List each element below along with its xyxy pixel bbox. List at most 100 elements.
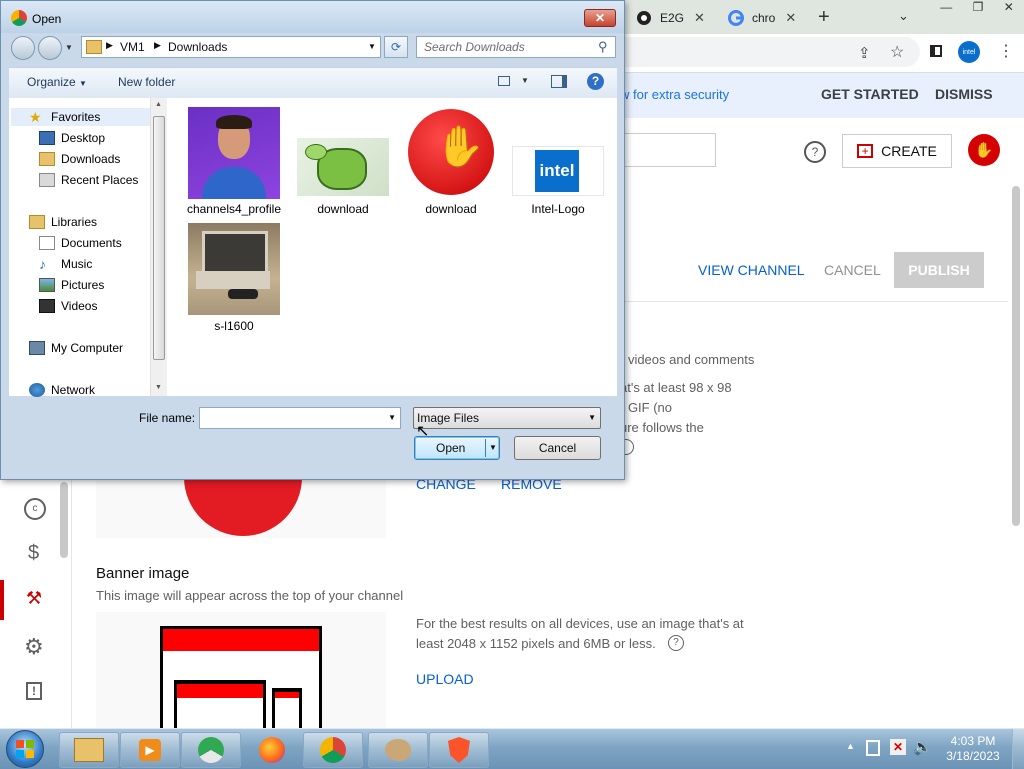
close-tab-icon[interactable]: ✕ bbox=[785, 10, 796, 26]
breadcrumb-downloads[interactable]: Downloads bbox=[168, 40, 227, 54]
recent-locations-chevron-icon[interactable]: ▼ bbox=[65, 43, 73, 52]
organize-menu[interactable]: Organize ▼ bbox=[27, 75, 87, 89]
view-dropdown-icon[interactable]: ▼ bbox=[521, 76, 529, 85]
file-type-dropdown-icon[interactable]: ▼ bbox=[588, 413, 596, 422]
channel-avatar[interactable]: ✋ bbox=[968, 134, 1000, 166]
taskbar-paint-button[interactable] bbox=[368, 732, 428, 768]
settings-gear-icon[interactable]: ⚙ bbox=[24, 634, 44, 660]
file-type-select[interactable]: Image Files ▼ bbox=[413, 407, 601, 429]
taskbar-firefox-button[interactable] bbox=[242, 732, 302, 768]
browser-tab-e2g[interactable]: E2G ✕ bbox=[636, 4, 728, 32]
new-folder-button[interactable]: New folder bbox=[118, 75, 175, 89]
new-tab-plus-icon[interactable]: + bbox=[818, 6, 830, 29]
network-tray-icon[interactable] bbox=[866, 740, 880, 756]
restore-icon[interactable]: ❐ bbox=[973, 0, 984, 18]
nav-item-pictures[interactable]: Pictures bbox=[39, 276, 104, 294]
copyright-icon[interactable]: c bbox=[24, 498, 46, 520]
close-tab-icon[interactable]: ✕ bbox=[694, 10, 705, 26]
view-options-icon[interactable] bbox=[498, 76, 510, 86]
nav-item-libraries[interactable]: Libraries bbox=[29, 213, 97, 231]
cancel-button[interactable]: Cancel bbox=[514, 436, 601, 460]
folder-icon bbox=[86, 40, 102, 54]
help-icon[interactable]: ? bbox=[587, 73, 604, 90]
preview-pane-icon[interactable] bbox=[551, 75, 567, 88]
breadcrumb-vm1[interactable]: VM1 bbox=[120, 40, 145, 54]
chrome-menu-icon[interactable]: ⋮ bbox=[998, 41, 1014, 61]
dialog-title-bar[interactable]: Open ✕ bbox=[1, 1, 624, 33]
back-button[interactable] bbox=[11, 36, 35, 60]
show-hidden-icons-chevron-icon[interactable]: ▲ bbox=[846, 741, 855, 751]
cancel-link[interactable]: CANCEL bbox=[824, 262, 881, 278]
scroll-thumb[interactable] bbox=[153, 116, 165, 360]
action-center-flag-icon[interactable]: ✕ bbox=[890, 739, 906, 755]
banner-text[interactable]: w for extra security bbox=[620, 87, 729, 102]
search-box[interactable] bbox=[620, 133, 716, 167]
volume-icon[interactable]: 🔈 bbox=[913, 738, 932, 756]
share-icon[interactable]: ⇪ bbox=[858, 44, 871, 62]
nav-item-desktop[interactable]: Desktop bbox=[39, 129, 105, 147]
nav-item-videos[interactable]: Videos bbox=[39, 297, 97, 315]
start-button[interactable] bbox=[6, 730, 44, 768]
minimize-icon[interactable]: — bbox=[940, 0, 952, 18]
clock-time: 4:03 PM bbox=[950, 734, 996, 748]
monetization-icon[interactable]: $ bbox=[28, 542, 39, 565]
customization-wand-icon[interactable]: ⚒ bbox=[26, 588, 42, 609]
forward-button[interactable] bbox=[38, 36, 62, 60]
system-clock[interactable]: 4:03 PM 3/18/2023 bbox=[938, 734, 1008, 764]
create-button[interactable]: + CREATE bbox=[842, 134, 952, 168]
file-name-combobox[interactable]: ▼ bbox=[199, 407, 401, 429]
help-icon[interactable]: ? bbox=[668, 635, 684, 651]
nav-scrollbar[interactable]: ▲ ▼ bbox=[150, 98, 168, 396]
taskbar-explorer-button[interactable] bbox=[59, 732, 119, 768]
breadcrumb[interactable]: ▶ VM1 ▶ Downloads ▼ bbox=[81, 36, 381, 58]
page-scrollbar[interactable] bbox=[1012, 186, 1020, 526]
browser-tab-google[interactable]: chro ✕ bbox=[728, 4, 808, 32]
breadcrumb-separator-icon[interactable]: ▶ bbox=[154, 40, 161, 51]
taskbar-media-player-button[interactable]: ▶ bbox=[120, 732, 180, 768]
scroll-down-icon[interactable]: ▼ bbox=[155, 384, 162, 391]
dismiss-button[interactable]: DISMISS bbox=[935, 86, 993, 102]
tab-search-chevron-icon[interactable]: ⌄ bbox=[898, 8, 909, 24]
file-name-dropdown-icon[interactable]: ▼ bbox=[388, 413, 396, 422]
side-panel-icon[interactable] bbox=[930, 45, 942, 57]
show-desktop-button[interactable] bbox=[1012, 729, 1024, 769]
taskbar-chrome-canary-button[interactable] bbox=[181, 732, 241, 768]
search-downloads-input[interactable]: Search Downloads ⚲ bbox=[416, 36, 616, 58]
help-icon[interactable]: ? bbox=[804, 141, 826, 163]
view-channel-link[interactable]: VIEW CHANNEL bbox=[698, 262, 805, 278]
file-thumbnail[interactable]: intel bbox=[512, 146, 604, 196]
file-name-input[interactable] bbox=[202, 409, 380, 426]
nav-item-favorites[interactable]: ★ Favorites bbox=[29, 108, 100, 126]
file-thumbnail[interactable]: ✋ bbox=[405, 107, 497, 199]
organize-label: Organize bbox=[27, 75, 76, 89]
close-window-icon[interactable]: ✕ bbox=[1004, 0, 1014, 18]
dialog-close-button[interactable]: ✕ bbox=[584, 9, 616, 27]
feedback-icon[interactable]: ! bbox=[26, 682, 42, 700]
search-icon[interactable]: ⚲ bbox=[598, 39, 608, 55]
address-dropdown-icon[interactable]: ▼ bbox=[368, 42, 376, 51]
nav-item-music[interactable]: ♪ Music bbox=[39, 255, 92, 273]
breadcrumb-separator-icon[interactable]: ▶ bbox=[106, 40, 113, 51]
nav-label: Documents bbox=[61, 236, 122, 250]
taskbar-brave-button[interactable] bbox=[429, 732, 489, 768]
rail-scrollbar[interactable] bbox=[60, 482, 68, 558]
upload-banner-link[interactable]: UPLOAD bbox=[416, 671, 474, 687]
nav-label: Music bbox=[61, 257, 93, 271]
scroll-up-icon[interactable]: ▲ bbox=[155, 101, 162, 108]
nav-item-documents[interactable]: Documents bbox=[39, 234, 122, 252]
open-options-dropdown-icon[interactable]: ▼ bbox=[489, 443, 497, 452]
nav-item-my-computer[interactable]: My Computer bbox=[29, 339, 123, 357]
nav-item-downloads[interactable]: Downloads bbox=[39, 150, 120, 168]
file-thumbnail[interactable] bbox=[188, 107, 280, 199]
nav-item-network[interactable]: Network bbox=[29, 381, 95, 399]
address-bar[interactable] bbox=[620, 37, 920, 67]
publish-button[interactable]: PUBLISH bbox=[894, 252, 984, 288]
nav-item-recent-places[interactable]: Recent Places bbox=[39, 171, 138, 189]
bookmark-star-icon[interactable]: ☆ bbox=[890, 42, 904, 62]
get-started-button[interactable]: GET STARTED bbox=[821, 86, 919, 102]
file-thumbnail[interactable] bbox=[188, 223, 280, 315]
taskbar-chrome-button[interactable] bbox=[303, 732, 363, 768]
file-thumbnail[interactable] bbox=[297, 138, 389, 196]
refresh-icon[interactable]: ⟳ bbox=[384, 36, 408, 58]
profile-avatar[interactable]: intel bbox=[958, 41, 980, 63]
